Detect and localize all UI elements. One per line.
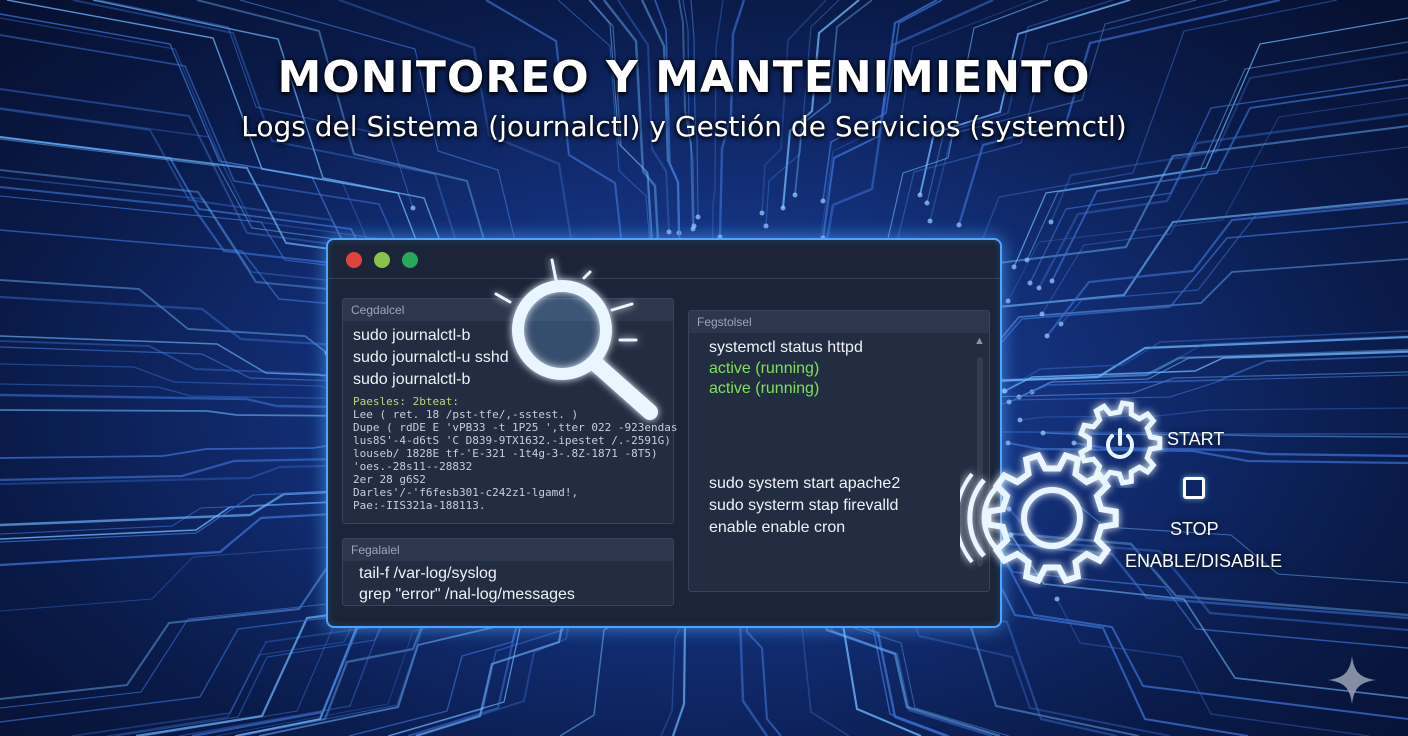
- status-line: active (running): [709, 380, 820, 397]
- circuit-node: [956, 222, 962, 228]
- circuit-trace: [0, 346, 377, 398]
- circuit-node: [1005, 298, 1011, 304]
- maximize-window-button[interactable]: [402, 252, 418, 268]
- circuit-node: [1017, 417, 1023, 423]
- close-window-button[interactable]: [346, 252, 362, 268]
- log-line: lus8S'-4-d6tS 'C D839-9TX1632.-ipestet /…: [353, 434, 671, 447]
- circuit-node: [927, 218, 933, 224]
- circuit-node: [1058, 321, 1064, 327]
- circuit-node: [780, 205, 786, 211]
- circuit-node: [1027, 280, 1033, 286]
- log-line: 'oes.-28s11--28832: [353, 460, 473, 473]
- circuit-node: [1040, 430, 1046, 436]
- circuit-node: [1049, 278, 1055, 284]
- circuit-trace: [955, 348, 1408, 397]
- circuit-trace: [0, 442, 347, 459]
- circuit-node: [1005, 440, 1011, 446]
- circuit-node: [759, 210, 765, 216]
- circuit-trace: [0, 340, 345, 388]
- systemctl-panel: Fegstolsel systemctl status httpd active…: [688, 310, 990, 592]
- circuit-node: [1006, 399, 1012, 405]
- circuit-node: [917, 192, 923, 198]
- sparkle-icon: [1328, 656, 1376, 704]
- service-command: sudo systerm stap firevalld: [709, 497, 899, 514]
- service-command: sudo system start apache2: [709, 475, 901, 492]
- circuit-trace: [0, 138, 379, 302]
- circuit-node: [924, 200, 930, 206]
- systemctl-panel-heading: Fegstolsel: [689, 311, 989, 333]
- circuit-node: [410, 205, 416, 211]
- logfile-command: tail-f /var-log/syslog: [359, 565, 497, 582]
- magnifier-icon: [494, 258, 658, 420]
- log-line: louseb/ 1828E tf-'E-321 -1t4g-3-.8Z-1871…: [353, 447, 658, 460]
- circuit-node: [666, 229, 672, 235]
- stop-icon[interactable]: [1183, 477, 1205, 499]
- circuit-trace: [98, 0, 414, 209]
- status-line: active (running): [709, 360, 820, 377]
- log-line: 2er 28 g6S2: [353, 473, 426, 486]
- minimize-window-button[interactable]: [374, 252, 390, 268]
- circuit-node: [1039, 311, 1045, 317]
- circuit-node: [792, 192, 798, 198]
- circuit-node: [1044, 333, 1050, 339]
- status-command: systemctl status httpd: [709, 339, 863, 356]
- logfile-command: grep "error" /nal-log/messages: [359, 586, 575, 603]
- circuit-node: [690, 226, 696, 232]
- circuit-trace: [956, 371, 1408, 410]
- circuit-node: [1048, 219, 1054, 225]
- circuit-trace: [0, 481, 372, 535]
- start-label[interactable]: START: [1167, 429, 1224, 450]
- circuit-trace: [969, 335, 1408, 396]
- power-icon[interactable]: [1100, 424, 1140, 464]
- logfile-panel-heading: Fegalalel: [343, 539, 673, 561]
- circuit-trace: [781, 0, 860, 209]
- circuit-trace: [1056, 598, 1370, 736]
- circuit-node: [1036, 285, 1042, 291]
- scroll-up-arrow[interactable]: ▲: [974, 335, 985, 347]
- log-line: Paesles: 2bteat:: [353, 395, 459, 408]
- log-line: Pae:-IIS321a-188113.: [353, 499, 486, 512]
- circuit-trace: [0, 504, 369, 612]
- circuit-trace: [761, 0, 827, 214]
- journal-command: sudo journalctl-b: [353, 371, 471, 388]
- page-subtitle: Logs del Sistema (journalctl) y Gestión …: [241, 110, 1127, 143]
- log-line: Darles'/-'f6fesb301-c242z1-lgamd!,: [353, 486, 579, 499]
- journal-command: sudo journalctl-b: [353, 327, 471, 344]
- circuit-node: [695, 214, 701, 220]
- enable-disable-label[interactable]: ENABLE/DISABILE: [1125, 551, 1282, 572]
- circuit-node: [1001, 388, 1007, 394]
- circuit-node: [1054, 596, 1060, 602]
- logfile-panel: Fegalalel tail-f /var-log/syslog grep "e…: [342, 538, 674, 606]
- page-title: MONITOREO Y MANTENIMIENTO: [277, 52, 1091, 103]
- circuit-node: [820, 198, 826, 204]
- service-command: enable enable cron: [709, 519, 846, 536]
- stop-label[interactable]: STOP: [1170, 519, 1219, 540]
- circuit-trace: [1046, 201, 1408, 337]
- circuit-node: [1011, 264, 1017, 270]
- circuit-node: [763, 223, 769, 229]
